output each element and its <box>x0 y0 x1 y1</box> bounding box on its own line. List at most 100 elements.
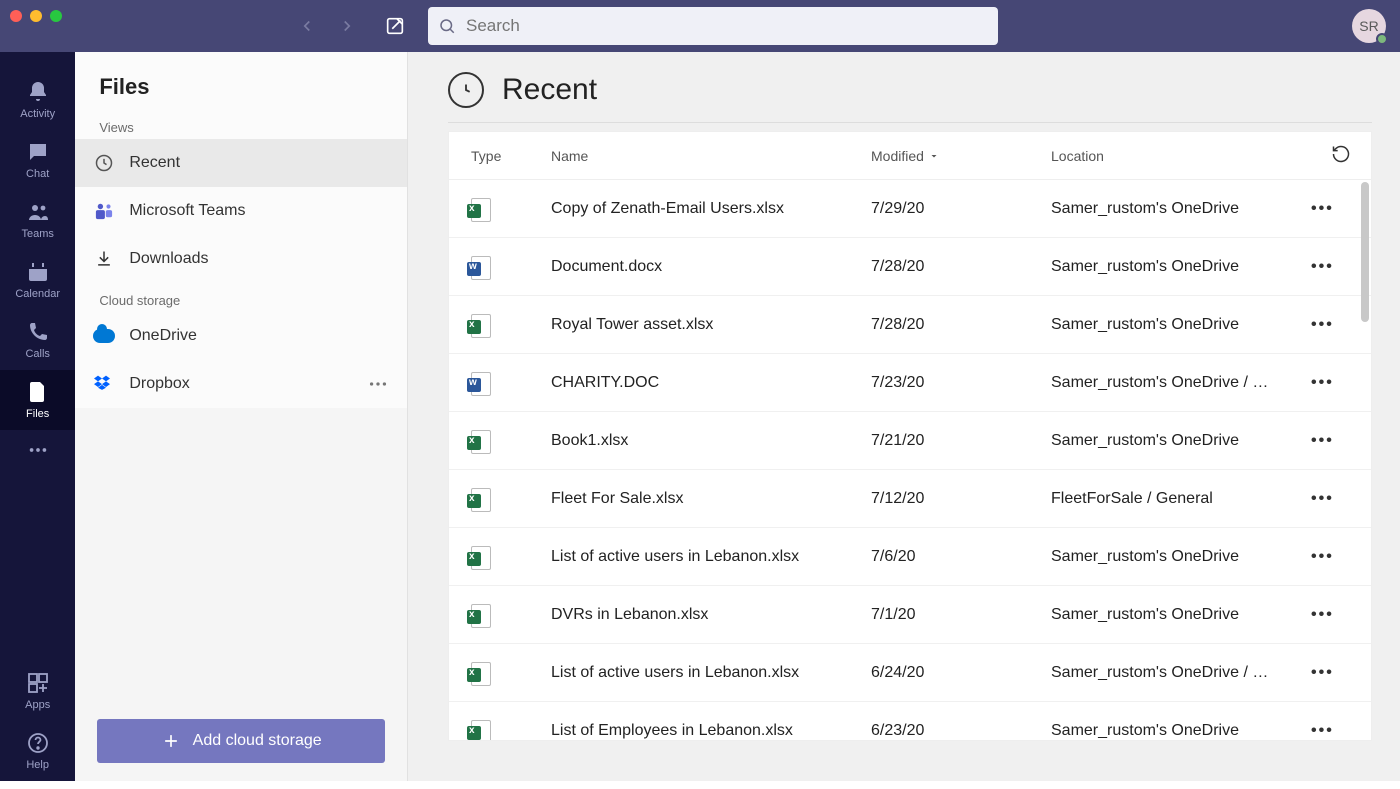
search-box[interactable] <box>428 7 998 45</box>
word-file-icon <box>471 256 493 278</box>
col-name[interactable]: Name <box>551 148 871 164</box>
sidebar-item-label: Downloads <box>129 250 208 268</box>
table-row[interactable]: Book1.xlsx 7/21/20 Samer_rustom's OneDri… <box>449 412 1371 470</box>
file-modified: 7/28/20 <box>871 316 1051 334</box>
rail-teams[interactable]: Teams <box>0 190 75 250</box>
file-location: Samer_rustom's OneDrive / … <box>1051 374 1311 392</box>
file-modified: 7/12/20 <box>871 490 1051 508</box>
rail-label: Calendar <box>15 288 60 300</box>
file-modified: 7/21/20 <box>871 432 1051 450</box>
maximize-window-button[interactable] <box>50 10 62 22</box>
dropbox-more-button[interactable] <box>367 373 389 395</box>
row-actions-button[interactable]: ••• <box>1311 432 1371 450</box>
excel-file-icon <box>471 604 493 626</box>
row-actions-button[interactable]: ••• <box>1311 606 1371 624</box>
file-name: List of active users in Lebanon.xlsx <box>551 548 871 566</box>
table-row[interactable]: List of Employees in Lebanon.xlsx 6/23/2… <box>449 702 1371 740</box>
file-location: Samer_rustom's OneDrive <box>1051 722 1311 740</box>
file-location: Samer_rustom's OneDrive / … <box>1051 664 1311 682</box>
profile-avatar[interactable]: SR <box>1352 9 1386 43</box>
rail-activity[interactable]: Activity <box>0 70 75 130</box>
presence-indicator <box>1376 33 1388 45</box>
file-modified: 7/28/20 <box>871 258 1051 276</box>
file-name: Copy of Zenath-Email Users.xlsx <box>551 200 871 218</box>
close-window-button[interactable] <box>10 10 22 22</box>
refresh-button[interactable] <box>1331 144 1351 164</box>
rail-label: Chat <box>26 168 49 180</box>
table-row[interactable]: List of active users in Lebanon.xlsx 6/2… <box>449 644 1371 702</box>
rail-apps[interactable]: Apps <box>0 661 75 721</box>
add-storage-label: Add cloud storage <box>193 732 322 750</box>
file-location: Samer_rustom's OneDrive <box>1051 200 1311 218</box>
sidebar-item-recent[interactable]: Recent <box>75 139 407 187</box>
page-title: Recent <box>502 73 597 107</box>
rail-files[interactable]: Files <box>0 370 75 430</box>
content-area: Recent Type Name Modified Location Copy … <box>408 52 1400 781</box>
col-location[interactable]: Location <box>1051 148 1311 164</box>
file-location: Samer_rustom's OneDrive <box>1051 548 1311 566</box>
window-controls <box>10 10 62 22</box>
sidebar-item-label: OneDrive <box>129 327 197 345</box>
row-actions-button[interactable]: ••• <box>1311 664 1371 682</box>
plus-icon <box>161 731 181 751</box>
rail-label: Files <box>26 408 49 420</box>
rail-label: Activity <box>20 108 55 120</box>
onedrive-icon <box>93 325 115 347</box>
refresh-icon <box>1331 144 1351 164</box>
col-type[interactable]: Type <box>471 148 551 164</box>
rail-calendar[interactable]: Calendar <box>0 250 75 310</box>
scrollbar[interactable] <box>1361 182 1369 322</box>
sidebar-item-label: Microsoft Teams <box>129 202 245 220</box>
sidebar-item-downloads[interactable]: Downloads <box>75 235 407 283</box>
table-row[interactable]: DVRs in Lebanon.xlsx 7/1/20 Samer_rustom… <box>449 586 1371 644</box>
sidebar-item-onedrive[interactable]: OneDrive <box>75 312 407 360</box>
table-row[interactable]: CHARITY.DOC 7/23/20 Samer_rustom's OneDr… <box>449 354 1371 412</box>
sidebar-item-label: Recent <box>129 154 180 172</box>
file-modified: 7/1/20 <box>871 606 1051 624</box>
file-modified: 7/23/20 <box>871 374 1051 392</box>
sidebar-item-dropbox[interactable]: Dropbox <box>75 360 407 408</box>
help-icon <box>26 731 50 755</box>
row-actions-button[interactable]: ••• <box>1311 722 1371 740</box>
sidebar-item-teams[interactable]: Microsoft Teams <box>75 187 407 235</box>
back-button[interactable] <box>290 9 324 43</box>
word-file-icon <box>471 372 493 394</box>
ellipsis-icon <box>367 373 389 395</box>
minimize-window-button[interactable] <box>30 10 42 22</box>
add-cloud-storage-button[interactable]: Add cloud storage <box>97 719 385 763</box>
download-icon <box>93 248 115 270</box>
excel-file-icon <box>471 546 493 568</box>
row-actions-button[interactable]: ••• <box>1311 548 1371 566</box>
file-name: Royal Tower asset.xlsx <box>551 316 871 334</box>
table-row[interactable]: Copy of Zenath-Email Users.xlsx 7/29/20 … <box>449 180 1371 238</box>
excel-file-icon <box>471 314 493 336</box>
compose-button[interactable] <box>376 7 414 45</box>
calendar-icon <box>26 260 50 284</box>
table-row[interactable]: Fleet For Sale.xlsx 7/12/20 FleetForSale… <box>449 470 1371 528</box>
row-actions-button[interactable]: ••• <box>1311 490 1371 508</box>
search-input[interactable] <box>466 16 988 36</box>
table-row[interactable]: List of active users in Lebanon.xlsx 7/6… <box>449 528 1371 586</box>
rail-chat[interactable]: Chat <box>0 130 75 190</box>
col-modified[interactable]: Modified <box>871 148 1051 164</box>
excel-file-icon <box>471 198 493 220</box>
excel-file-icon <box>471 488 493 510</box>
clock-icon <box>93 152 115 174</box>
table-row[interactable]: Royal Tower asset.xlsx 7/28/20 Samer_rus… <box>449 296 1371 354</box>
rail-more[interactable] <box>0 430 75 470</box>
file-location: Samer_rustom's OneDrive <box>1051 432 1311 450</box>
rail-help[interactable]: Help <box>0 721 75 781</box>
rail-calls[interactable]: Calls <box>0 310 75 370</box>
files-icon <box>26 380 50 404</box>
row-actions-button[interactable]: ••• <box>1311 374 1371 392</box>
chat-icon <box>26 140 50 164</box>
search-icon <box>438 17 456 35</box>
dropbox-icon <box>93 373 115 395</box>
forward-button[interactable] <box>330 9 364 43</box>
app-rail: Activity Chat Teams Calendar Calls Files <box>0 52 75 781</box>
table-row[interactable]: Document.docx 7/28/20 Samer_rustom's One… <box>449 238 1371 296</box>
top-bar: SR <box>0 0 1400 52</box>
files-sidebar: Files Views Recent Microsoft Teams Downl… <box>75 52 408 781</box>
file-name: DVRs in Lebanon.xlsx <box>551 606 871 624</box>
phone-icon <box>26 320 50 344</box>
